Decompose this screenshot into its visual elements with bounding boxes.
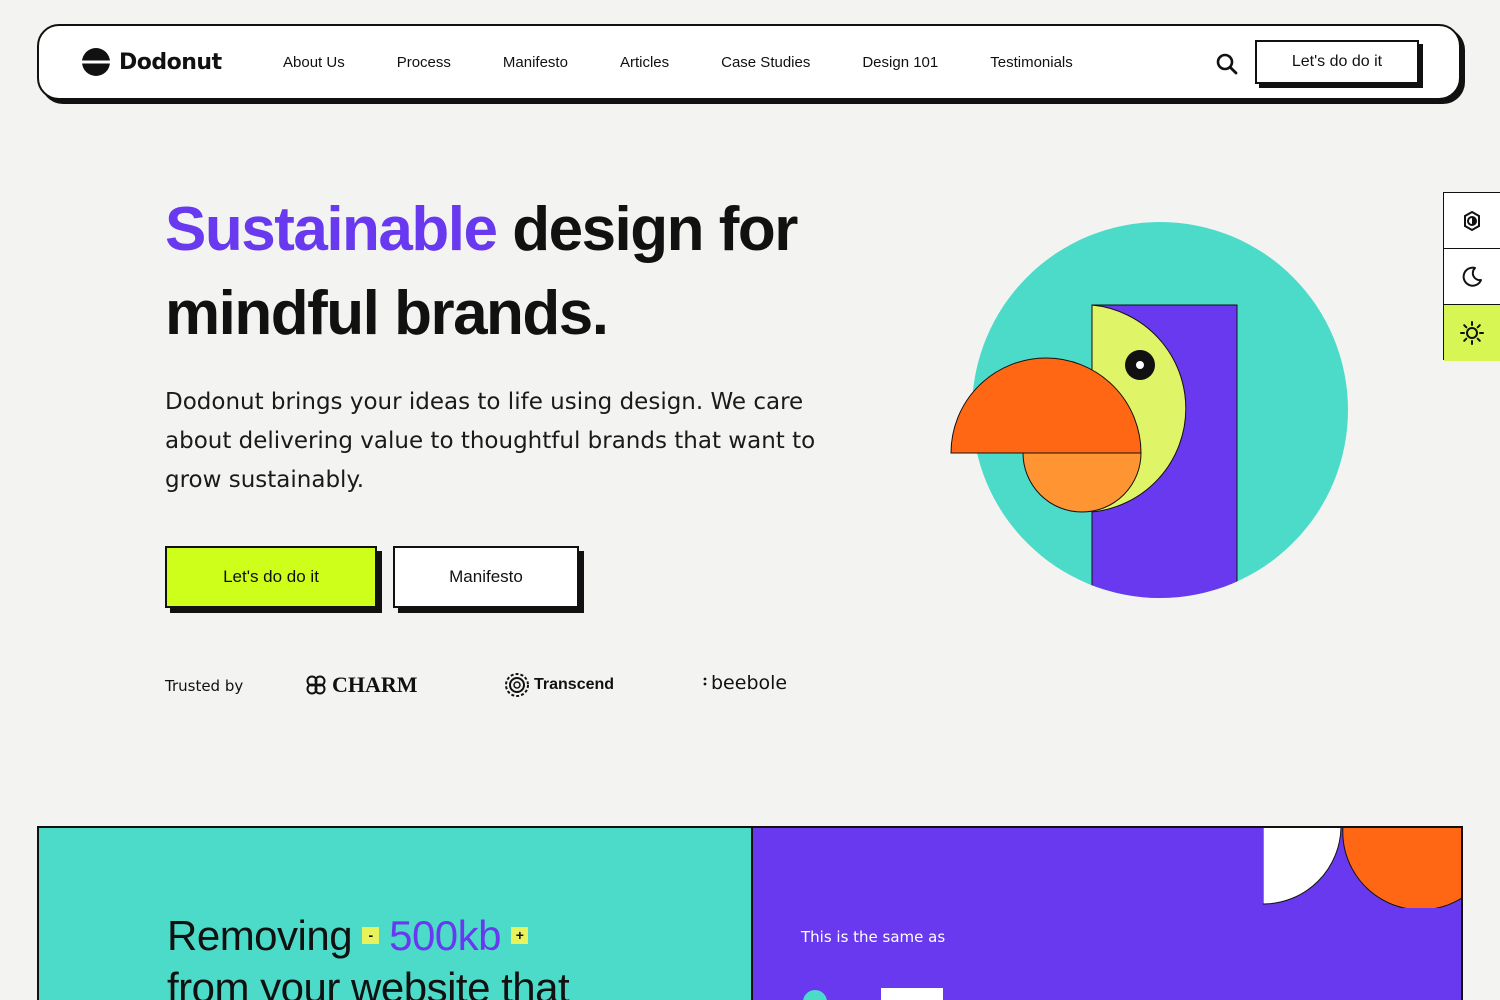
partial-stat-graphics [803, 988, 943, 1000]
logo-text: Dodonut [119, 49, 222, 75]
same-as-text: This is the same as [801, 928, 946, 946]
removing-word: Removing [167, 912, 353, 959]
light-mode-button[interactable] [1444, 305, 1500, 361]
removing-title: Removing -500kb + from your website that [167, 910, 570, 1000]
nav-link-about-us[interactable]: About Us [283, 54, 345, 71]
contrast-icon [1464, 210, 1480, 231]
brand-name-charm: CHARM [332, 672, 418, 697]
brand-logo-beebole: beebole [703, 672, 787, 694]
hero-cta-button[interactable]: Let's do do it [165, 546, 377, 608]
same-as-section: This is the same as [751, 826, 1463, 1000]
hero-title: Sustainable design for mindful brands. [165, 188, 865, 356]
removing-amount: 500kb [389, 912, 502, 959]
minus-button[interactable]: - [362, 927, 380, 945]
removing-section: Removing -500kb + from your website that [37, 826, 751, 1000]
removing-line-2: from your website that [167, 964, 570, 1000]
hero-description: Dodonut brings your ideas to life using … [165, 389, 816, 493]
manifesto-button[interactable]: Manifesto [393, 546, 579, 608]
moon-icon [1462, 266, 1482, 287]
sun-icon [1460, 321, 1484, 345]
brand-name-transcend: Transcend [534, 676, 615, 693]
brand-logo-charm: CHARM [304, 672, 418, 698]
search-icon[interactable] [1215, 52, 1239, 76]
top-navigation: Dodonut About Us Process Manifesto Artic… [37, 24, 1461, 100]
clover-icon [306, 675, 326, 695]
dot-icon [703, 677, 707, 686]
nav-link-design-101[interactable]: Design 101 [862, 54, 938, 71]
nav-links: About Us Process Manifesto Articles Case… [283, 54, 1125, 71]
contrast-mode-button[interactable] [1444, 193, 1500, 249]
trusted-by-label: Trusted by [165, 677, 244, 695]
nav-link-articles[interactable]: Articles [620, 54, 669, 71]
white-half-circle-shape [1263, 828, 1342, 905]
nav-link-case-studies[interactable]: Case Studies [721, 54, 810, 71]
dark-mode-button[interactable] [1444, 249, 1500, 305]
logo-mark-icon [81, 48, 111, 76]
logo[interactable]: Dodonut [81, 47, 222, 77]
plus-button[interactable]: + [511, 927, 529, 945]
nav-link-testimonials[interactable]: Testimonials [990, 54, 1073, 71]
hero-title-accent: Sustainable [165, 195, 498, 264]
theme-switcher [1443, 192, 1500, 361]
brand-logo-transcend: Transcend [504, 672, 614, 698]
decorative-shapes [1263, 828, 1461, 908]
nav-link-process[interactable]: Process [397, 54, 451, 71]
brand-name-beebole: beebole [711, 672, 788, 694]
orange-half-circle-shape [1342, 828, 1461, 908]
ring-icon [505, 673, 529, 697]
nav-link-manifesto[interactable]: Manifesto [503, 54, 568, 71]
hero-bird-illustration [950, 222, 1348, 598]
header-cta-button[interactable]: Let's do do it [1255, 40, 1419, 84]
